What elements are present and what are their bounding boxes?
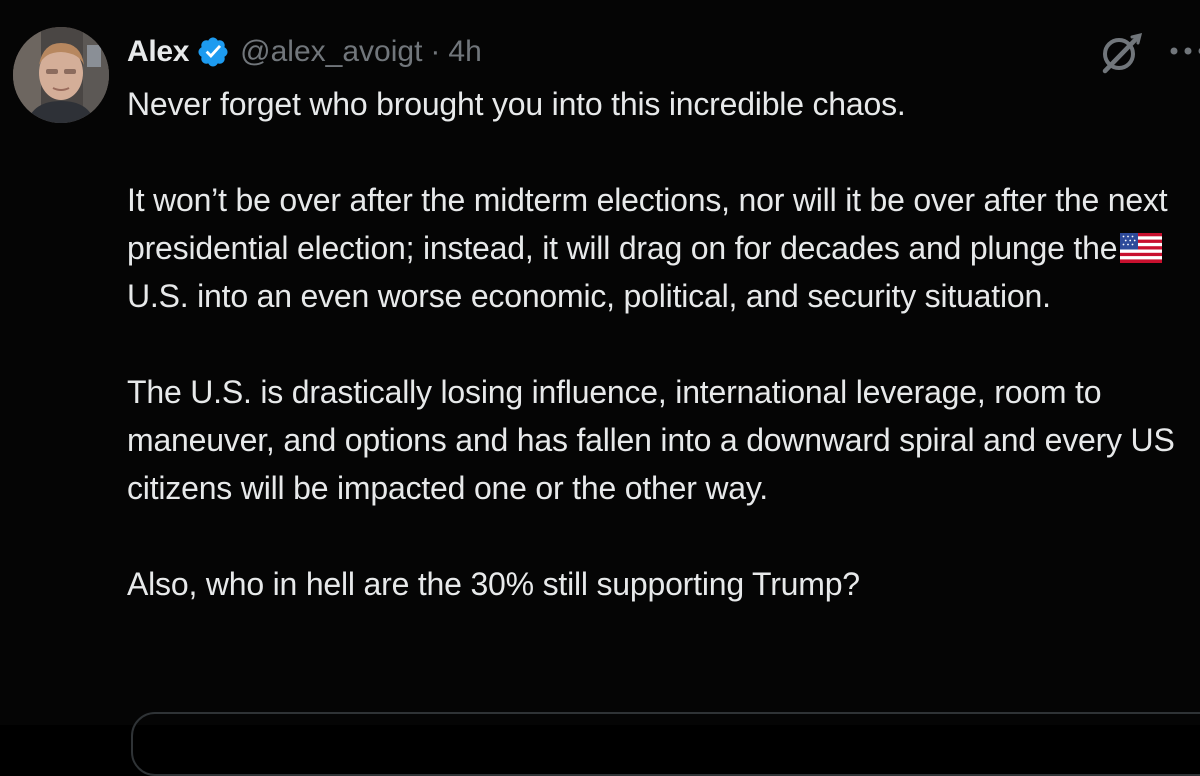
- tweet-text-segment: It won’t be over after the midterm elect…: [127, 182, 1168, 266]
- tweet-paragraph: Also, who in hell are the 30% still supp…: [127, 560, 1187, 608]
- avatar[interactable]: [13, 27, 109, 123]
- tweet-paragraph: The U.S. is drastically losing influence…: [127, 368, 1187, 512]
- embedded-card-edge[interactable]: [131, 712, 1200, 776]
- tweet-header: Alex @alex_avoigt · 4h: [127, 28, 482, 76]
- tweet-paragraph: Never forget who brought you into this i…: [127, 80, 1187, 128]
- more-horizontal-icon[interactable]: [1168, 31, 1200, 71]
- grok-icon[interactable]: [1097, 28, 1145, 76]
- avatar-photo: [13, 27, 109, 123]
- author-name[interactable]: Alex: [127, 35, 189, 69]
- separator-dot: ·: [430, 35, 440, 69]
- author-handle[interactable]: @alex_avoigt: [240, 35, 422, 69]
- tweet-text: Never forget who brought you into this i…: [127, 80, 1187, 608]
- us-flag-emoji-icon: [1120, 228, 1162, 258]
- tweet: Alex @alex_avoigt · 4h Never forget who …: [0, 0, 1200, 725]
- timestamp[interactable]: 4h: [448, 35, 481, 69]
- tweet-text-segment: U.S. into an even worse economic, politi…: [127, 278, 1051, 314]
- verified-badge-icon: [196, 35, 230, 69]
- tweet-paragraph: It won’t be over after the midterm elect…: [127, 176, 1187, 320]
